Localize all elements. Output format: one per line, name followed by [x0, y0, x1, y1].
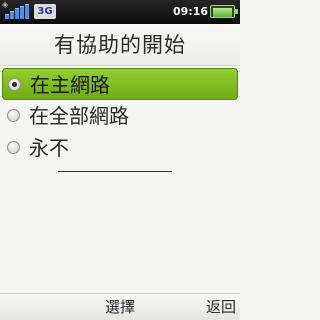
network-type-badge: 3G — [34, 4, 56, 19]
option-label: 永不 — [29, 136, 69, 160]
option-label: 在主網路 — [30, 73, 110, 97]
battery-icon — [210, 5, 238, 18]
option-all-networks[interactable]: 在全部網路 — [2, 100, 238, 132]
radio-selected-icon — [8, 78, 21, 91]
page-title: 有協助的開始 — [54, 33, 186, 57]
select-softkey[interactable]: 選擇 — [80, 294, 160, 320]
title-bar: 有協助的開始 — [0, 24, 240, 66]
option-label: 在全部網路 — [29, 104, 129, 128]
signal-strength-icon — [5, 4, 31, 19]
list-divider — [58, 171, 172, 172]
back-softkey[interactable]: 返回 — [206, 294, 236, 320]
option-home-network[interactable]: 在主網路 — [2, 68, 238, 100]
status-bar: ◈ 3G 09:16 — [0, 0, 240, 24]
option-never[interactable]: 永不 — [2, 132, 238, 164]
radio-unselected-icon — [7, 109, 20, 122]
radio-unselected-icon — [7, 141, 20, 154]
softkey-bar: 選擇 返回 — [0, 293, 240, 320]
phone-screen: ◈ 3G 09:16 有協助的開始 在主網路 在全部網路 永不 選擇 返回 — [0, 0, 240, 320]
clock: 09:16 — [172, 5, 208, 18]
